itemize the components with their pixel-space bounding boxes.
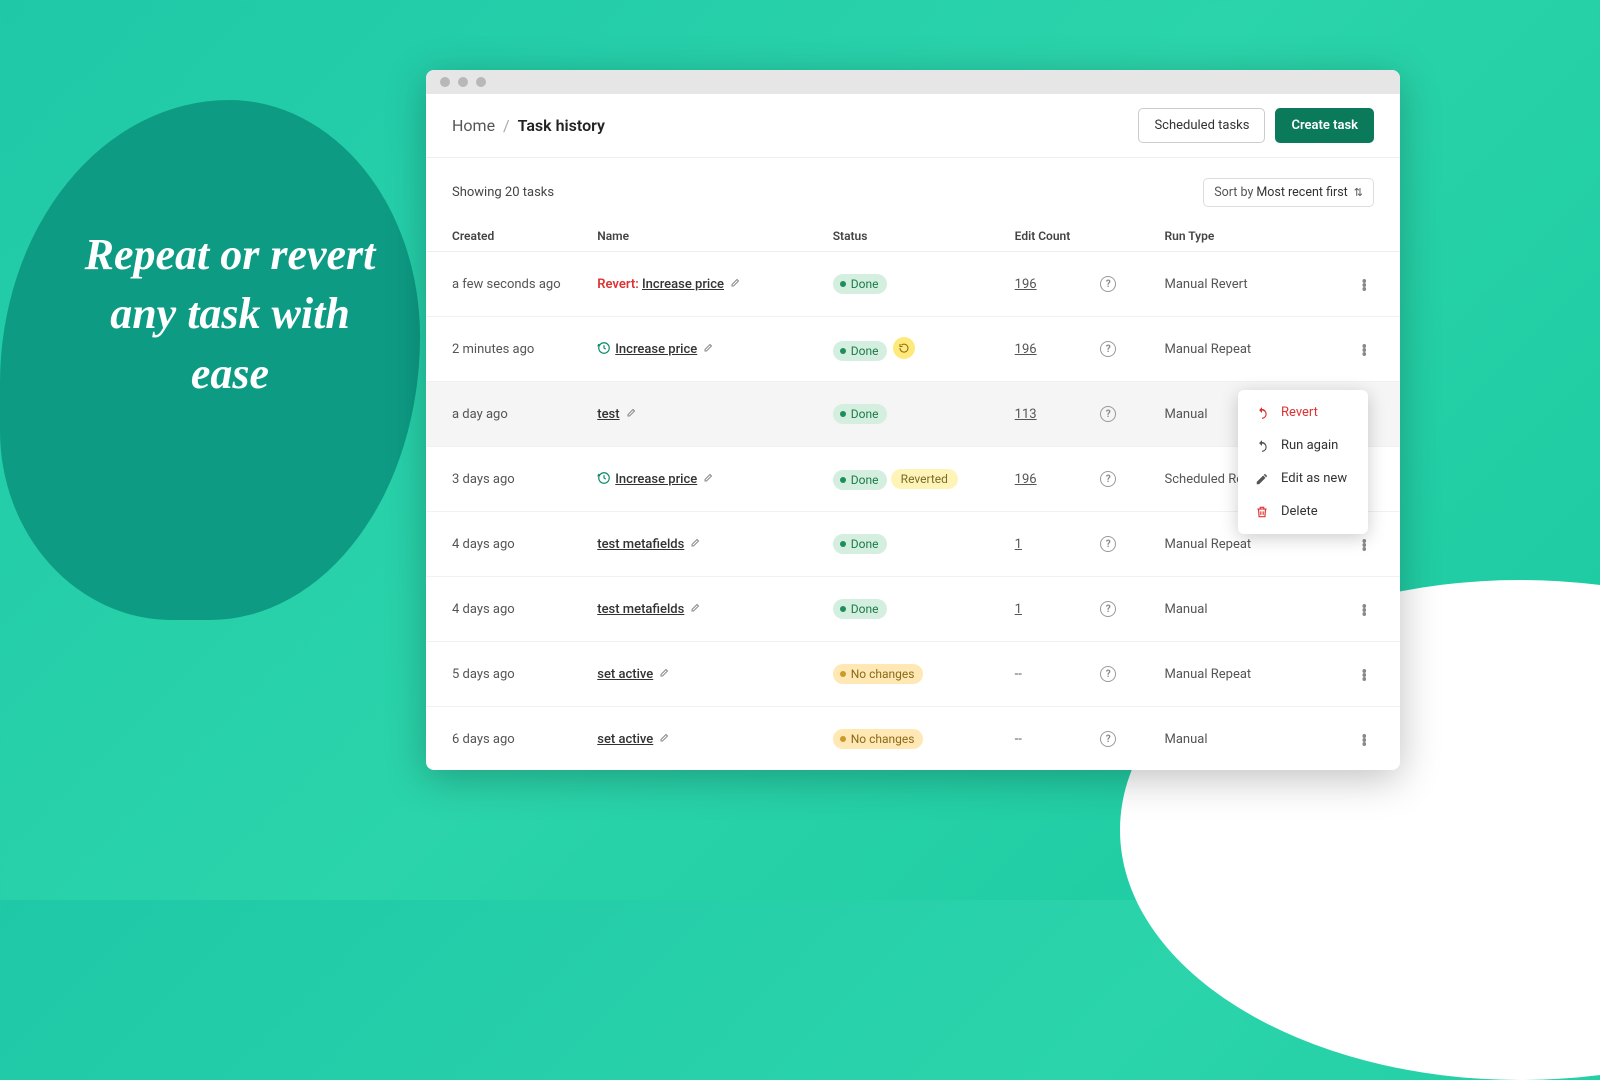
create-task-button[interactable]: Create task: [1275, 108, 1374, 143]
row-menu-button[interactable]: •••: [1346, 254, 1382, 310]
trash-icon: [1254, 505, 1269, 519]
table-row: 5 days agoset active No changes --? Manual …: [426, 642, 1400, 707]
menu-item-delete[interactable]: Delete: [1238, 495, 1368, 528]
page-header: Home / Task history Scheduled tasks Crea…: [426, 94, 1400, 158]
table-row: 6 days agoset active No changes --? Manual•…: [426, 707, 1400, 771]
sort-dropdown[interactable]: Sort by Most recent first ⇅: [1203, 178, 1374, 207]
row-menu-button[interactable]: •••: [1346, 709, 1382, 765]
undo-arrow-icon: [1254, 406, 1269, 420]
cell-created: 4 days ago: [426, 512, 597, 577]
reverted-badge: Reverted: [891, 469, 958, 489]
col-header-edit: Edit Count: [1015, 221, 1101, 252]
task-name-link[interactable]: test: [597, 407, 619, 422]
task-name-link[interactable]: test metafields: [597, 537, 684, 552]
help-icon[interactable]: ?: [1100, 601, 1116, 617]
row-menu-button[interactable]: •••: [1346, 319, 1382, 375]
help-icon[interactable]: ?: [1100, 406, 1116, 422]
status-badge: No changes: [833, 729, 924, 749]
breadcrumb-current: Task history: [518, 116, 605, 135]
edit-count-link[interactable]: 196: [1015, 342, 1037, 357]
app-window: Home / Task history Scheduled tasks Crea…: [426, 70, 1400, 770]
cell-created: 4 days ago: [426, 577, 597, 642]
menu-item-revert[interactable]: Revert: [1238, 396, 1368, 429]
cell-run-type: Manual Revert: [1165, 252, 1347, 317]
edit-pencil-icon[interactable]: [626, 406, 638, 422]
cell-created: a day ago: [426, 382, 597, 447]
menu-item-edit-as-new[interactable]: Edit as new: [1238, 462, 1368, 495]
clock-icon: [597, 471, 611, 485]
status-badge: Done: [833, 599, 888, 619]
cell-run-type: Manual: [1165, 707, 1347, 771]
edit-pencil-icon[interactable]: [690, 601, 702, 617]
task-name-link[interactable]: set active: [597, 667, 653, 682]
cell-run-type: Manual Repeat: [1165, 317, 1347, 382]
revert-prefix: Revert:: [597, 277, 639, 292]
col-header-name: Name: [597, 221, 832, 252]
edit-count-link[interactable]: 1: [1015, 602, 1022, 617]
edit-pencil-icon[interactable]: [730, 276, 742, 292]
edit-pencil-icon[interactable]: [659, 666, 671, 682]
cell-created: 2 minutes ago: [426, 317, 597, 382]
status-badge: No changes: [833, 664, 924, 684]
help-icon[interactable]: ?: [1100, 536, 1116, 552]
status-badge: Done: [833, 341, 888, 361]
table-row: a few seconds agoRevert: Increase price D…: [426, 252, 1400, 317]
window-control-max[interactable]: [476, 77, 486, 87]
status-badge: Done: [833, 274, 888, 294]
help-icon[interactable]: ?: [1100, 276, 1116, 292]
revert-history-icon[interactable]: [893, 337, 915, 359]
cell-created: a few seconds ago: [426, 252, 597, 317]
window-titlebar: [426, 70, 1400, 94]
status-badge: Done: [833, 534, 888, 554]
sort-caret-icon: ⇅: [1354, 186, 1363, 199]
cell-run-type: Manual Repeat: [1165, 642, 1347, 707]
edit-pencil-icon[interactable]: [703, 341, 715, 357]
col-header-status: Status: [833, 221, 1015, 252]
cell-created: 5 days ago: [426, 642, 597, 707]
edit-count-empty: --: [1015, 667, 1022, 682]
help-icon[interactable]: ?: [1100, 341, 1116, 357]
task-name-link[interactable]: Increase price: [615, 342, 697, 357]
edit-count-link[interactable]: 196: [1015, 472, 1037, 487]
task-name-link[interactable]: Increase price: [615, 472, 697, 487]
col-header-created: Created: [426, 221, 597, 252]
cell-run-type: Manual: [1165, 577, 1347, 642]
hero-text: Repeat or revert any task with ease: [70, 225, 390, 403]
cell-created: 3 days ago: [426, 447, 597, 512]
task-name-link[interactable]: set active: [597, 732, 653, 747]
edit-count-empty: --: [1015, 732, 1022, 747]
pencil-icon: [1254, 472, 1269, 486]
row-menu-button[interactable]: •••: [1346, 579, 1382, 635]
task-name-link[interactable]: test metafields: [597, 602, 684, 617]
content-scroll[interactable]: Showing 20 tasks Sort by Most recent fir…: [426, 158, 1400, 770]
task-name-link[interactable]: Increase price: [642, 277, 724, 292]
edit-pencil-icon[interactable]: [703, 471, 715, 487]
edit-pencil-icon[interactable]: [690, 536, 702, 552]
edit-pencil-icon[interactable]: [659, 731, 671, 747]
window-control-close[interactable]: [440, 77, 450, 87]
edit-count-link[interactable]: 1: [1015, 537, 1022, 552]
help-icon[interactable]: ?: [1100, 471, 1116, 487]
help-icon[interactable]: ?: [1100, 731, 1116, 747]
col-header-run: Run Type: [1165, 221, 1347, 252]
breadcrumb: Home / Task history: [452, 116, 605, 135]
clock-icon: [597, 341, 611, 355]
table-row: 2 minutes ago Increase price Done 196? Manua…: [426, 317, 1400, 382]
menu-item-run-again[interactable]: Run again: [1238, 429, 1368, 462]
help-icon[interactable]: ?: [1100, 666, 1116, 682]
edit-count-link[interactable]: 196: [1015, 277, 1037, 292]
forward-arrow-icon: [1254, 439, 1269, 453]
cell-created: 6 days ago: [426, 707, 597, 771]
window-control-min[interactable]: [458, 77, 468, 87]
status-badge: Done: [833, 470, 888, 490]
edit-count-link[interactable]: 113: [1015, 407, 1037, 422]
status-badge: Done: [833, 404, 888, 424]
results-count: Showing 20 tasks: [452, 185, 554, 200]
row-menu-button[interactable]: •••: [1346, 644, 1382, 700]
breadcrumb-home[interactable]: Home: [452, 116, 495, 135]
scheduled-tasks-button[interactable]: Scheduled tasks: [1138, 108, 1265, 143]
row-actions-menu: Revert Run again Edit as new Delete: [1238, 390, 1368, 534]
table-row: 4 days agotest metafields Done 1? Manual•••: [426, 577, 1400, 642]
